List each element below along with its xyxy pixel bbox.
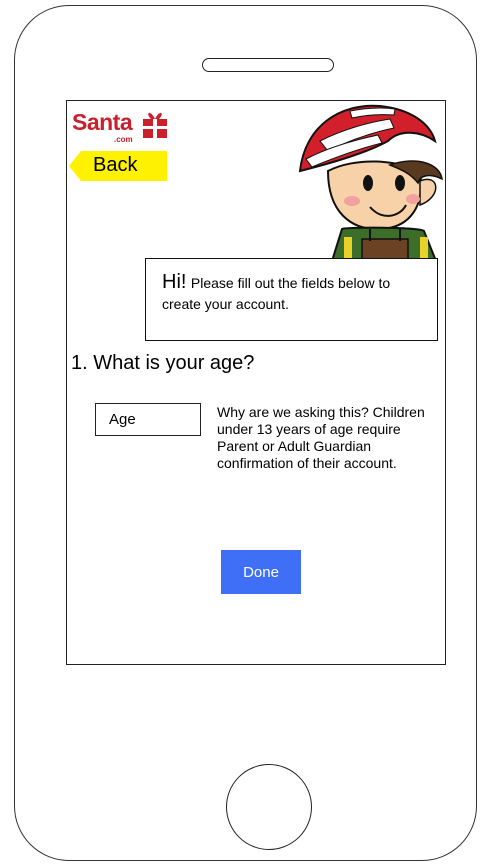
logo-subtext: .com: [114, 135, 133, 144]
age-explanation-text: Why are we asking this? Children under 1…: [217, 404, 425, 471]
back-button-label: Back: [93, 154, 138, 176]
greeting-text: Hi!: [162, 271, 187, 293]
speech-bubble: Hi! Please fill out the fields below to …: [145, 258, 438, 341]
logo-text: Santa: [72, 109, 133, 135]
question-title: 1. What is your age?: [71, 352, 255, 374]
gift-icon: [143, 112, 167, 138]
age-input[interactable]: [95, 403, 201, 436]
speech-message: Please fill out the fields below to crea…: [162, 275, 391, 312]
back-button[interactable]: Back: [69, 151, 167, 181]
elf-mascot-image: [298, 104, 443, 261]
app-screen: Santa .com Back Hi! Please fill out the …: [66, 100, 446, 665]
phone-speaker: [202, 58, 334, 72]
home-button[interactable]: [226, 764, 312, 850]
done-button[interactable]: Done: [221, 550, 301, 594]
